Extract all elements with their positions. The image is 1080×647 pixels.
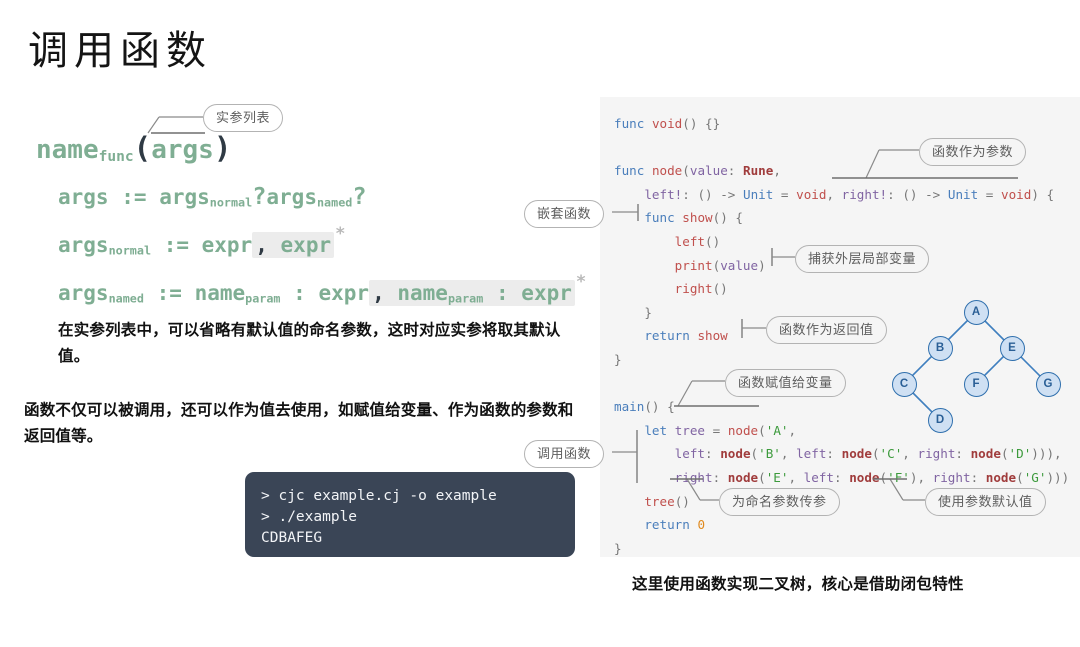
rule2-star: * <box>335 224 346 245</box>
caption-suffix: 特性 <box>932 576 964 593</box>
rule2-op: := <box>163 233 189 258</box>
tree-node-e: E <box>999 335 1025 361</box>
binary-tree-diagram: A B E C D F G <box>880 290 1075 433</box>
rule3-star: * <box>575 272 587 293</box>
rule2-lhs-subscript: normal <box>108 243 152 258</box>
paragraph-default-named-args: 在实参列表中，可以省略有默认值的命名参数，这时对应实参将取其默认值。 <box>58 322 561 365</box>
rule3-op: := <box>156 281 182 306</box>
tree-node-b: B <box>927 335 953 361</box>
page-title: 调用函数 <box>28 28 212 73</box>
terminal-line: > cjc example.cj -o example <box>261 488 497 504</box>
callout-nested-function[interactable]: 嵌套函数 <box>524 200 605 228</box>
rule2-expr1: expr <box>201 233 253 258</box>
callout-function-to-variable[interactable]: 函数赋值给变量 <box>725 369 846 397</box>
grammar-name: name <box>36 135 99 165</box>
terminal-line: > ./example <box>261 509 358 525</box>
rule3-name1: name <box>194 281 246 306</box>
callout-use-default-value[interactable]: 使用参数默认值 <box>925 488 1046 516</box>
rule3-comma: , <box>372 281 385 306</box>
rule1-rhs1: args <box>159 184 210 209</box>
rule1-rhs2-subscript: named <box>316 195 353 210</box>
callout-call-function[interactable]: 调用函数 <box>524 440 605 468</box>
rule3-colon2: : <box>495 281 509 306</box>
rule1-q1: ? <box>252 181 267 210</box>
paragraph-function-as-value: 函数不仅可以被调用，还可以作为值去使用，如赋值给变量、作为函数的参数和返回值等。 <box>24 402 574 445</box>
grammar-lparen: ( <box>133 131 152 165</box>
grammar-rule-args-normal: argsnormal := expr, expr * <box>58 224 556 259</box>
terminal-line: CDBAFEG <box>261 530 323 546</box>
rule3-expr1: expr <box>318 281 370 306</box>
rule3-lhs: args <box>58 281 109 306</box>
rule1-rhs1-subscript: normal <box>209 195 253 210</box>
grammar-args: args <box>151 135 214 165</box>
tree-caption: 这里使用函数实现二叉树，核心是借助闭包特性 <box>632 572 964 594</box>
rule1-rhs2: args <box>266 184 317 209</box>
tree-node-f: F <box>963 371 989 397</box>
rule1-lhs: args <box>58 184 109 209</box>
callout-function-as-param[interactable]: 函数作为参数 <box>919 138 1027 166</box>
caption-prefix: 这里使用函数实现二叉树，核心是借助 <box>632 576 901 593</box>
callout-arg-list[interactable]: 实参列表 <box>203 104 284 132</box>
rule2-lhs: args <box>58 233 109 258</box>
callout-pass-named-arg[interactable]: 为命名参数传参 <box>719 488 840 516</box>
rule3-name1-subscript: param <box>245 291 281 306</box>
callout-capture-outer-local[interactable]: 捕获外层局部变量 <box>795 245 930 273</box>
tree-node-d: D <box>927 407 953 433</box>
grammar-rule-args: args := argsnormal?argsnamed? <box>58 181 556 210</box>
rule2-expr2: expr <box>280 233 332 258</box>
terminal-output: > cjc example.cj -o example > ./example … <box>245 472 575 557</box>
rule3-colon1: : <box>293 281 306 306</box>
rule3-lhs-subscript: named <box>108 291 144 306</box>
tree-node-a: A <box>963 299 989 325</box>
tree-node-c: C <box>891 371 917 397</box>
rule3-name2-subscript: param <box>447 291 484 306</box>
grammar-rparen: ) <box>213 131 232 165</box>
rule1-q2: ? <box>352 181 367 210</box>
grammar-block: namefunc(args) args := argsnormal?argsna… <box>36 131 586 323</box>
rule1-op: := <box>121 184 147 209</box>
rule2-comma: , <box>255 233 268 258</box>
rule3-name2: name <box>397 281 448 306</box>
grammar-header-line: namefunc(args) <box>36 131 556 166</box>
grammar-name-subscript: func <box>98 148 134 166</box>
tree-node-g: G <box>1035 371 1061 397</box>
rule3-expr2: expr <box>521 281 572 306</box>
callout-function-as-return[interactable]: 函数作为返回值 <box>766 316 887 344</box>
grammar-rule-args-named: argsnamed := nameparam : expr, nameparam… <box>58 274 586 307</box>
caption-emphasis: 闭包 <box>900 576 933 593</box>
